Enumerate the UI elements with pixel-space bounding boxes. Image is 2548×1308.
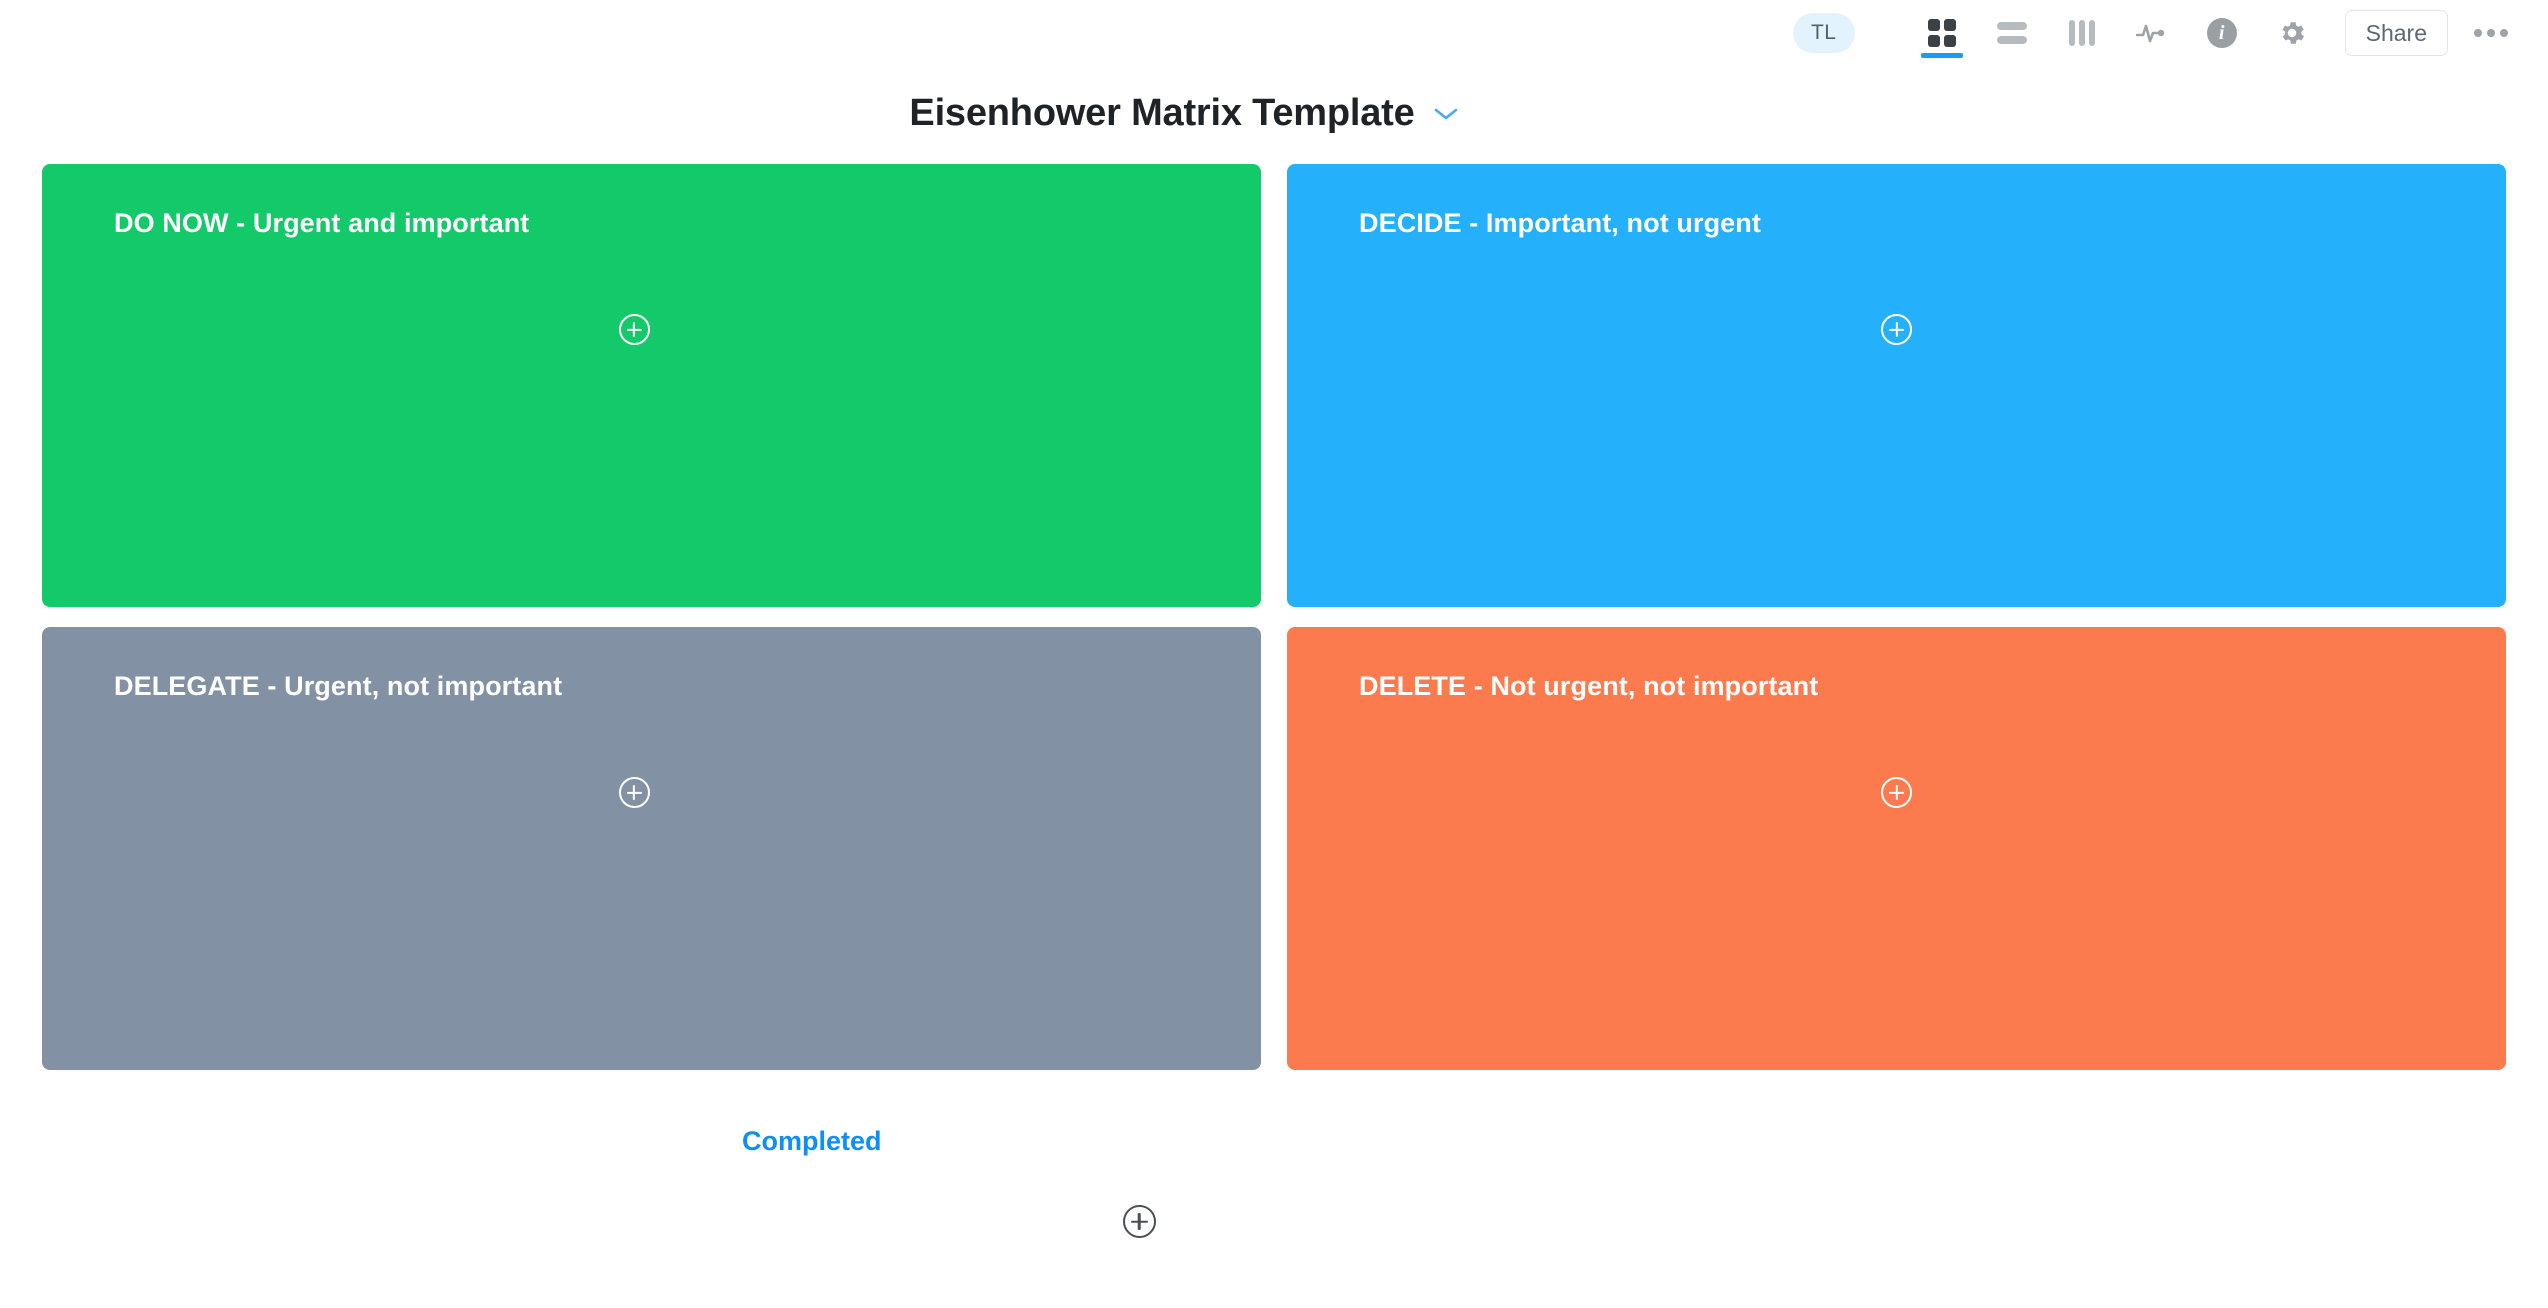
completed-title[interactable]: Completed xyxy=(742,1126,2548,1157)
quadrant-title: DELEGATE - Urgent, not important xyxy=(114,671,563,701)
quadrant-title: DO NOW - Urgent and important xyxy=(114,208,530,238)
avatar[interactable]: TL xyxy=(1792,13,1855,53)
plus-circle-icon xyxy=(1881,777,1912,808)
plus-circle-icon xyxy=(1122,1205,1156,1238)
gear-icon xyxy=(2277,18,2307,48)
quadrant-title: DELETE - Not urgent, not important xyxy=(1359,671,1819,701)
grid-icon xyxy=(1927,19,1956,47)
quadrant-delete[interactable]: DELETE - Not urgent, not important xyxy=(1287,627,2506,1070)
quadrant-title: DECIDE - Important, not urgent xyxy=(1359,208,1761,238)
page-title: Eisenhower Matrix Template xyxy=(909,92,1415,134)
columns-icon xyxy=(2068,20,2095,46)
quadrant-delegate[interactable]: DELEGATE - Urgent, not important xyxy=(42,627,1261,1070)
tab-columns-view[interactable] xyxy=(2047,0,2117,66)
quadrant-do-now[interactable]: DO NOW - Urgent and important xyxy=(42,164,1261,607)
add-card-button-do-now[interactable] xyxy=(42,314,1261,345)
info-icon: i xyxy=(2206,18,2237,48)
more-options-icon[interactable] xyxy=(2456,8,2526,58)
completed-section: Completed xyxy=(0,1126,2548,1157)
tab-board-view[interactable] xyxy=(1907,0,1977,66)
quadrant-decide[interactable]: DECIDE - Important, not urgent xyxy=(1287,164,2506,607)
board-title-row: Eisenhower Matrix Template xyxy=(0,92,2548,135)
chevron-down-icon[interactable] xyxy=(1433,106,1459,122)
top-toolbar: TL i Share xyxy=(0,0,2548,66)
add-card-button-delegate[interactable] xyxy=(42,777,1261,808)
tab-info-view[interactable]: i xyxy=(2187,0,2257,66)
view-tabs: i xyxy=(1907,0,2327,66)
plus-circle-icon xyxy=(618,777,650,808)
tab-list-view[interactable] xyxy=(1977,0,2047,66)
avatar-initials: TL xyxy=(1810,21,1837,44)
list-icon xyxy=(1996,22,2027,44)
share-button[interactable]: Share xyxy=(2344,9,2448,57)
eisenhower-matrix: DO NOW - Urgent and important DECIDE - I… xyxy=(42,164,2506,1070)
tab-activity-view[interactable] xyxy=(2117,0,2187,66)
plus-circle-icon xyxy=(618,314,650,345)
add-card-button-delete[interactable] xyxy=(1287,777,2506,808)
add-card-button-decide[interactable] xyxy=(1287,314,2506,345)
tab-settings-view[interactable] xyxy=(2257,0,2327,66)
pulse-icon xyxy=(2135,20,2168,46)
add-card-button-completed[interactable] xyxy=(0,1205,2548,1238)
plus-circle-icon xyxy=(1881,314,1912,345)
